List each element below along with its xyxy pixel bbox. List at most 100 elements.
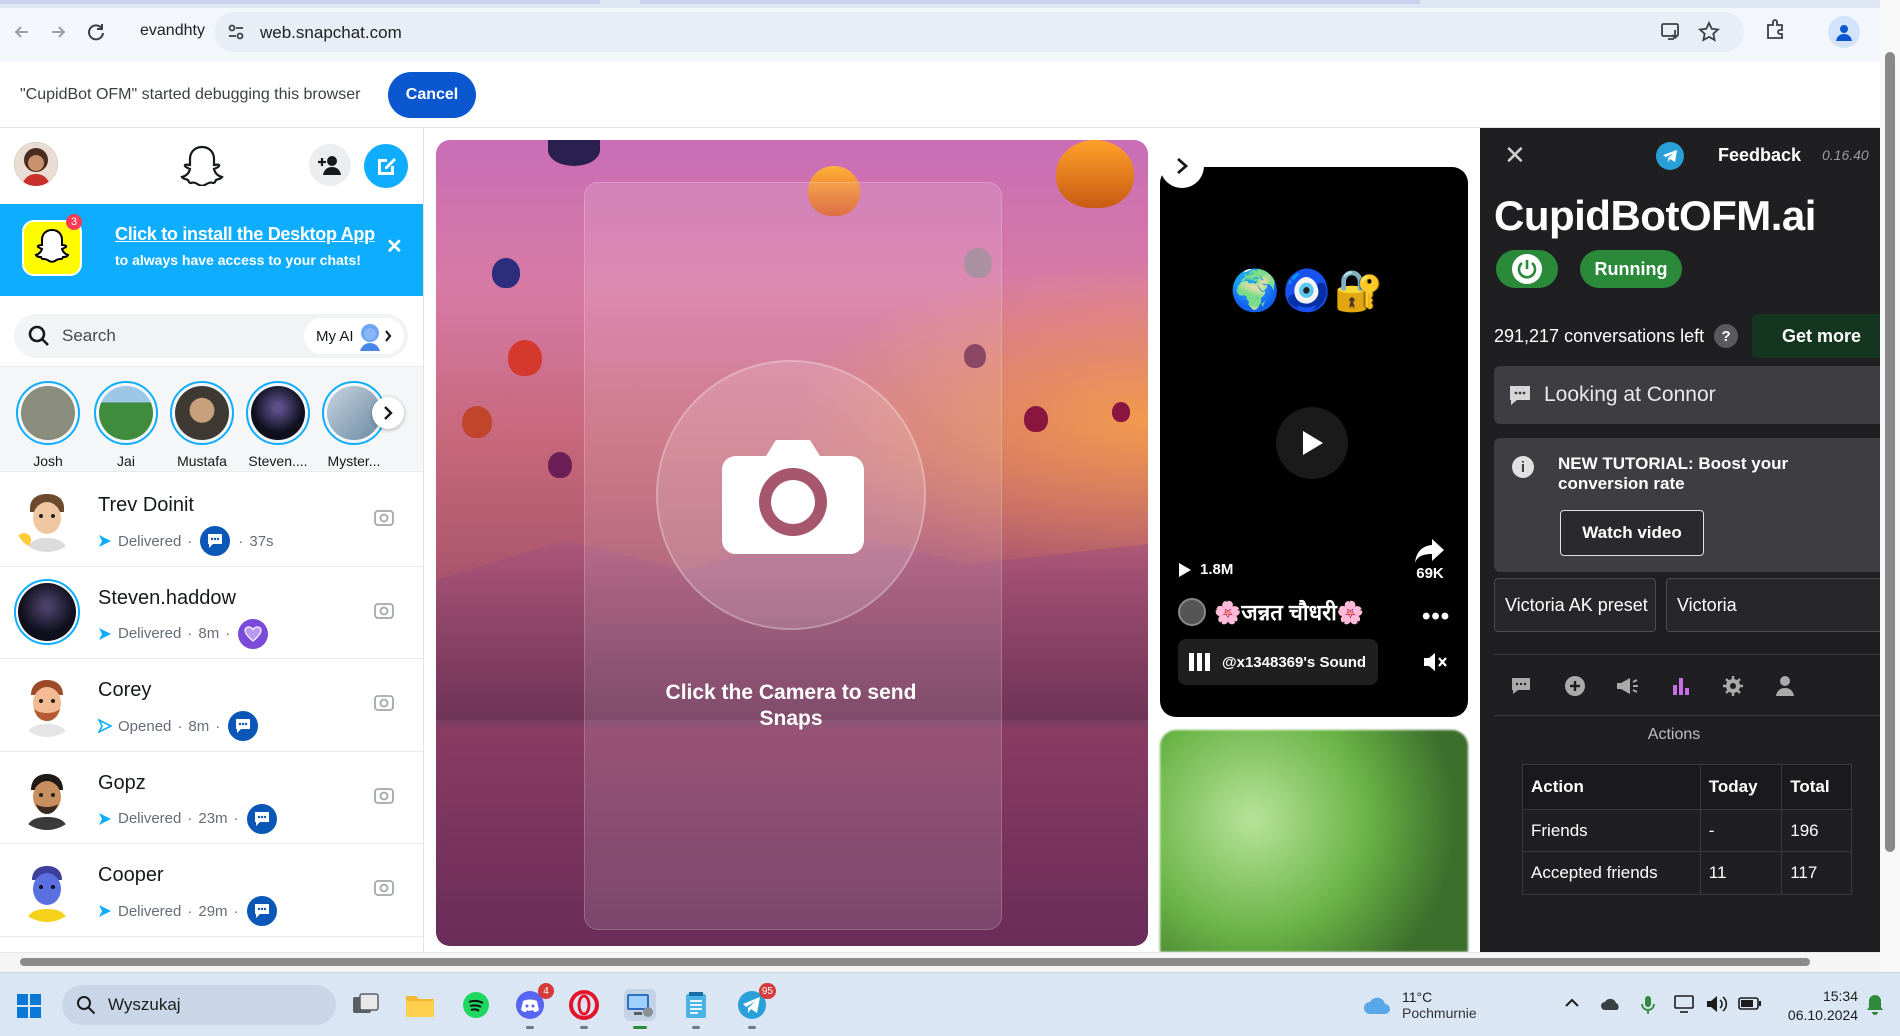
story-thumbnail [251, 386, 305, 440]
story-mustafa[interactable]: Mustafa [168, 381, 236, 469]
camera-reply-icon[interactable] [374, 786, 394, 804]
status-text: Opened [118, 717, 172, 735]
feedback-link[interactable]: Feedback [1718, 145, 1801, 166]
cancel-debugging-button[interactable]: Cancel [388, 72, 476, 118]
chat-icon [244, 894, 279, 928]
chat-row-steven-haddow[interactable]: Steven.haddow Delivered · 8m · [0, 567, 423, 659]
active-app-icon[interactable] [624, 989, 656, 1029]
new-chat-button[interactable] [364, 144, 408, 188]
forward-icon[interactable] [42, 16, 74, 48]
windows-start-icon[interactable] [16, 993, 42, 1019]
status-text: Delivered [118, 902, 182, 920]
story-jai[interactable]: Jai [92, 381, 160, 469]
help-icon[interactable]: ? [1714, 324, 1739, 348]
bookmark-star-icon[interactable] [1698, 21, 1720, 43]
microphone-icon[interactable] [1640, 995, 1656, 1015]
opera-icon[interactable] [568, 989, 600, 1029]
chat-row-gopz[interactable]: Gopz Delivered · 23m · [0, 752, 423, 844]
share-button[interactable]: 69K [1414, 537, 1446, 582]
add-friend-icon [318, 156, 341, 175]
chat-name: Cooper [98, 864, 164, 886]
discord-icon[interactable]: 4 [514, 983, 554, 1029]
volume-icon[interactable] [1706, 995, 1728, 1013]
install-desktop-app-banner[interactable]: 3 Click to install the Desktop App to al… [0, 204, 423, 296]
chat-list: Trev Doinit Delivered · · 37s Steven.haddo… [0, 474, 423, 937]
spotlight-thumbnail[interactable] [1160, 730, 1468, 952]
browser-toolbar: evandhty web.snapchat.com [0, 0, 1900, 62]
vertical-scrollbar[interactable] [1880, 0, 1900, 975]
chevron-up-icon[interactable] [1564, 995, 1580, 1011]
tab-announce-icon[interactable] [1612, 671, 1642, 701]
task-view-icon[interactable] [350, 989, 382, 1021]
profile-name[interactable]: evandhty [140, 22, 205, 40]
tab-add-icon[interactable] [1560, 671, 1590, 701]
tab-chats-icon[interactable] [1506, 671, 1536, 701]
site-settings-icon[interactable] [226, 22, 246, 42]
persona-select[interactable]: Victoria [1666, 578, 1880, 632]
notepad-icon[interactable] [680, 989, 712, 1029]
my-ai-button[interactable]: My AI [304, 318, 404, 354]
chat-row-trev-doinit[interactable]: Trev Doinit Delivered · · 37s [0, 474, 423, 567]
my-bitmoji-avatar[interactable] [14, 142, 58, 186]
tab-settings-gear-icon[interactable] [1718, 671, 1748, 701]
chevron-right-icon [384, 406, 393, 420]
network-icon[interactable] [1674, 995, 1696, 1013]
onedrive-cloud-icon[interactable] [1600, 995, 1622, 1011]
play-icon[interactable] [1276, 407, 1348, 479]
scrollbar-thumb[interactable] [1885, 52, 1895, 852]
system-clock[interactable]: 15:34 06.10.2024 [1780, 987, 1858, 1025]
install-banner-title[interactable]: Click to install the Desktop App [115, 224, 375, 245]
spotlight-video[interactable]: 🌍🧿🔐 1.8M 69K 🌸जन्नत चौधरी🌸 ••• @x1348369… [1160, 167, 1468, 717]
address-bar[interactable]: web.snapchat.com [214, 12, 1744, 52]
install-app-icon[interactable] [1660, 21, 1682, 43]
spotlight-next-button[interactable] [1160, 144, 1204, 188]
camera-reply-icon[interactable] [374, 508, 394, 526]
more-options-icon[interactable]: ••• [1422, 603, 1450, 631]
tab-profile-icon[interactable] [1770, 671, 1800, 701]
sound-name: @x1348369's Sound [1222, 653, 1367, 671]
chat-row-corey[interactable]: Corey Opened · 8m · [0, 659, 423, 752]
browser-profile-avatar[interactable] [1828, 16, 1860, 48]
snapchat-ghost-icon[interactable] [180, 144, 224, 186]
camera-reply-icon[interactable] [374, 601, 394, 619]
stories-next-button[interactable] [372, 397, 404, 429]
back-icon[interactable] [6, 16, 38, 48]
file-explorer-icon[interactable] [404, 989, 436, 1021]
spotify-icon[interactable] [460, 989, 492, 1021]
horizontal-scrollbar[interactable] [0, 952, 1880, 972]
weather-widget[interactable]: 11°C Pochmurnie [1362, 989, 1477, 1021]
tab-stats-icon[interactable] [1666, 671, 1696, 701]
chat-row-cooper[interactable]: Cooper Delivered · 29m · [0, 844, 423, 937]
power-toggle[interactable] [1496, 250, 1558, 288]
watch-video-button[interactable]: Watch video [1560, 510, 1704, 556]
scrollbar-thumb[interactable] [20, 958, 1810, 966]
telegram-icon[interactable] [1656, 142, 1684, 170]
mute-icon[interactable] [1422, 651, 1448, 673]
camera-reply-icon[interactable] [374, 878, 394, 896]
notification-bell-icon[interactable] [1866, 993, 1884, 1015]
creator-info[interactable]: 🌸जन्नत चौधरी🌸 [1178, 597, 1364, 627]
column-header: Action [1522, 764, 1701, 810]
close-banner-icon[interactable]: ✕ [386, 234, 403, 259]
story-josh[interactable]: Josh [14, 381, 82, 469]
close-icon[interactable]: ✕ [1504, 140, 1526, 171]
camera-reply-icon[interactable] [374, 693, 394, 711]
get-more-button[interactable]: Get more [1752, 314, 1880, 358]
telegram-badge: 95 [758, 983, 776, 999]
camera-icon[interactable] [720, 430, 866, 560]
sound-button[interactable]: @x1348369's Sound [1178, 639, 1378, 685]
chat-name: Gopz [98, 771, 146, 794]
taskbar-search-input[interactable]: Wyszukaj [62, 985, 336, 1025]
cupidbot-tabs [1494, 654, 1880, 716]
search-input[interactable]: Search My AI [14, 314, 408, 358]
table-row: Accepted friends 11 117 [1522, 851, 1852, 895]
extensions-icon[interactable] [1764, 17, 1788, 41]
reload-icon[interactable] [80, 16, 112, 48]
telegram-taskbar-icon[interactable]: 95 [736, 983, 776, 1029]
story-name: Jai [117, 453, 135, 469]
add-friend-button[interactable] [309, 144, 351, 186]
battery-icon[interactable] [1738, 995, 1762, 1011]
preset-select[interactable]: Victoria AK preset [1494, 578, 1656, 632]
story-steven[interactable]: Steven.... [244, 381, 312, 469]
discord-badge: 4 [538, 983, 554, 999]
